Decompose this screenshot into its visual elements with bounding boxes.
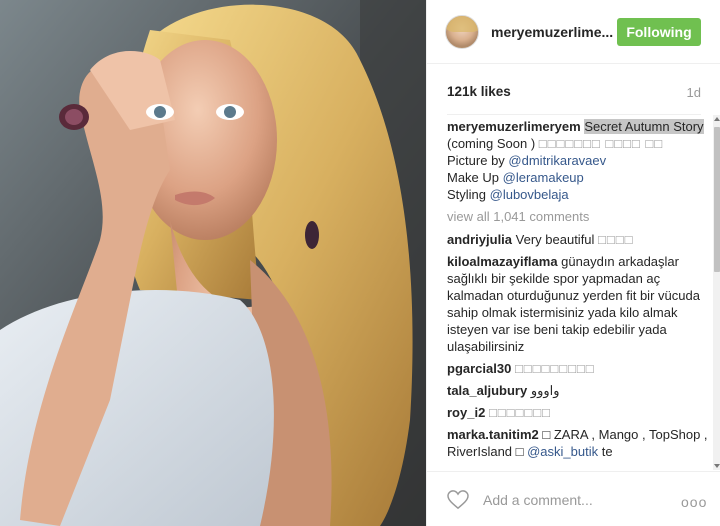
caption-symbols: □□□□□□□ □□□□ □□ [538,136,664,151]
comment-item: kiloalmazayiflama günaydın arkadaşlar sa… [447,253,709,355]
caption-highlight: Secret Autumn Story [584,119,704,134]
makeup-mention[interactable]: @leramakeup [503,170,584,185]
view-all-comments-link[interactable]: view all 1,041 comments [447,208,709,225]
comment-item: pgarcial30 □□□□□□□□□ [447,360,709,377]
likes-count[interactable]: 121k likes [447,84,511,99]
comment-text: günaydın arkadaşlar sağlıklı bir şekilde… [447,254,700,354]
comment-username[interactable]: tala_aljubury [447,383,527,398]
comment-text: Very beautiful [512,232,599,247]
post-time[interactable]: 1d [687,85,701,100]
comment-username[interactable]: pgarcial30 [447,361,511,376]
comment-username[interactable]: roy_i2 [447,405,485,420]
add-comment-input[interactable]: Add a comment... [483,492,593,508]
caption-username[interactable]: meryemuzerlimeryem [447,119,581,134]
comment-username[interactable]: andriyjulia [447,232,512,247]
avatar[interactable] [445,15,479,49]
post-header: meryemuzerlime... Following [427,0,720,64]
comment-symbols: □□□□□□□□□ [514,361,595,376]
comment-text-after: te [598,444,613,459]
comment-item: tala_aljubury واووو [447,382,709,399]
picture-by-mention[interactable]: @dmitrikaravaev [508,153,606,168]
comments-list[interactable]: meryemuzerlimeryem Secret Autumn Story (… [447,118,709,470]
following-button[interactable]: Following [617,18,701,46]
comment-text: واووو [527,383,560,398]
comment-item: andriyjulia Very beautiful □□□□ [447,231,709,248]
more-options-icon[interactable]: ooo [681,494,707,510]
portrait-image [0,0,426,526]
styling-label: Styling [447,187,490,202]
caption-text: (coming Soon ) [447,136,536,151]
caption: meryemuzerlimeryem Secret Autumn Story (… [447,118,709,203]
comments-scrollbar[interactable] [713,115,720,470]
comment-footer: Add a comment... ooo [427,471,720,526]
instagram-post: meryemuzerlime... Following 121k likes 1… [0,0,720,526]
comment-symbols: □□□□ [598,232,634,247]
comment-username[interactable]: kiloalmazayiflama [447,254,558,269]
likes-row: 121k likes 1d [447,84,701,104]
post-photo[interactable] [0,0,426,526]
heart-icon[interactable] [447,490,469,510]
makeup-label: Make Up [447,170,503,185]
comment-item: roy_i2 □□□□□□□ [447,404,709,421]
scroll-thumb[interactable] [714,127,720,272]
divider [447,114,701,115]
scroll-up-arrow-icon[interactable] [714,117,720,121]
post-details-panel: meryemuzerlime... Following 121k likes 1… [426,0,720,526]
picture-by-label: Picture by [447,153,509,168]
scroll-down-arrow-icon[interactable] [714,464,720,468]
comment-symbols: □□□□□□□ [488,405,551,420]
styling-mention[interactable]: @lubovbelaja [490,187,569,202]
comment-username[interactable]: marka.tanitim2 [447,427,539,442]
comment-mention[interactable]: @aski_butik [527,444,598,459]
comment-item: marka.tanitim2 □ ZARA , Mango , TopShop … [447,426,709,460]
author-username[interactable]: meryemuzerlime... [491,24,613,40]
